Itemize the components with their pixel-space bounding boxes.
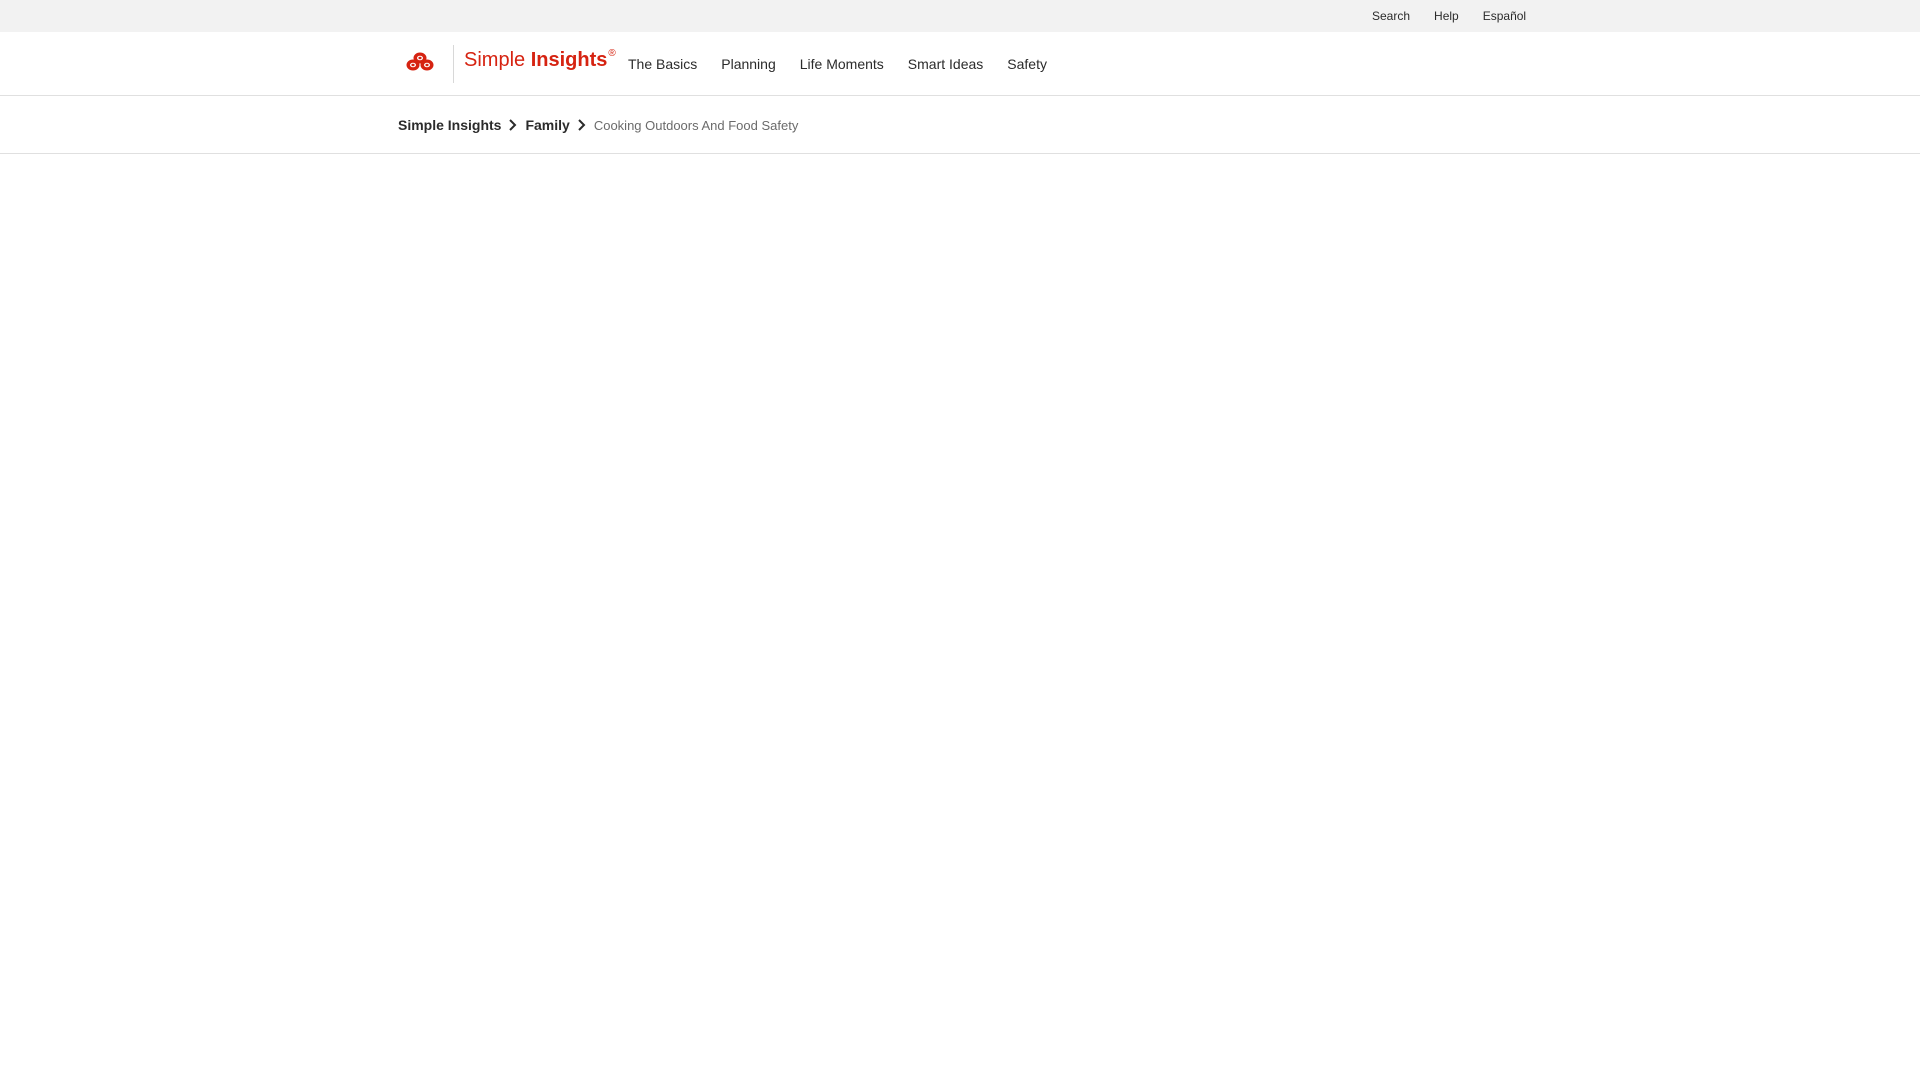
- brand-part2: Insights: [530, 49, 608, 71]
- main-header: Simple Insights® The Basics Planning Lif…: [0, 32, 1920, 96]
- brand-part1: Simple: [464, 49, 526, 71]
- breadcrumb-current-page: Cooking Outdoors And Food Safety: [593, 117, 799, 133]
- nav-item-smart-ideas[interactable]: Smart Ideas: [908, 56, 983, 72]
- nav-item-the-basics[interactable]: The Basics: [628, 56, 697, 72]
- breadcrumb-family[interactable]: Family: [525, 117, 569, 133]
- nav-item-planning[interactable]: Planning: [721, 56, 776, 72]
- logo-divider: [453, 45, 454, 83]
- page-content: [0, 155, 1920, 1080]
- breadcrumb-simple-insights[interactable]: Simple Insights: [398, 117, 501, 133]
- three-ovals-logo-icon[interactable]: [405, 50, 435, 72]
- help-link[interactable]: Help: [1434, 9, 1459, 23]
- language-link[interactable]: Español: [1483, 9, 1526, 23]
- brand-title[interactable]: Simple Insights®: [464, 48, 616, 72]
- nav-item-life-moments[interactable]: Life Moments: [800, 56, 884, 72]
- nav-item-safety[interactable]: Safety: [1007, 56, 1047, 72]
- search-link[interactable]: Search: [1372, 9, 1410, 23]
- brand-registered-mark: ®: [608, 48, 616, 59]
- chevron-right-icon: [570, 117, 594, 133]
- utility-links: Search Help Español: [1370, 0, 1526, 32]
- utility-bar: Search Help Español: [0, 0, 1920, 32]
- breadcrumb-bar: Simple Insights Family Cooking Outdoors …: [0, 96, 1920, 154]
- main-nav: The Basics Planning Life Moments Smart I…: [628, 32, 1071, 96]
- breadcrumb: Simple Insights Family Cooking Outdoors …: [398, 96, 798, 154]
- chevron-right-icon: [501, 117, 525, 133]
